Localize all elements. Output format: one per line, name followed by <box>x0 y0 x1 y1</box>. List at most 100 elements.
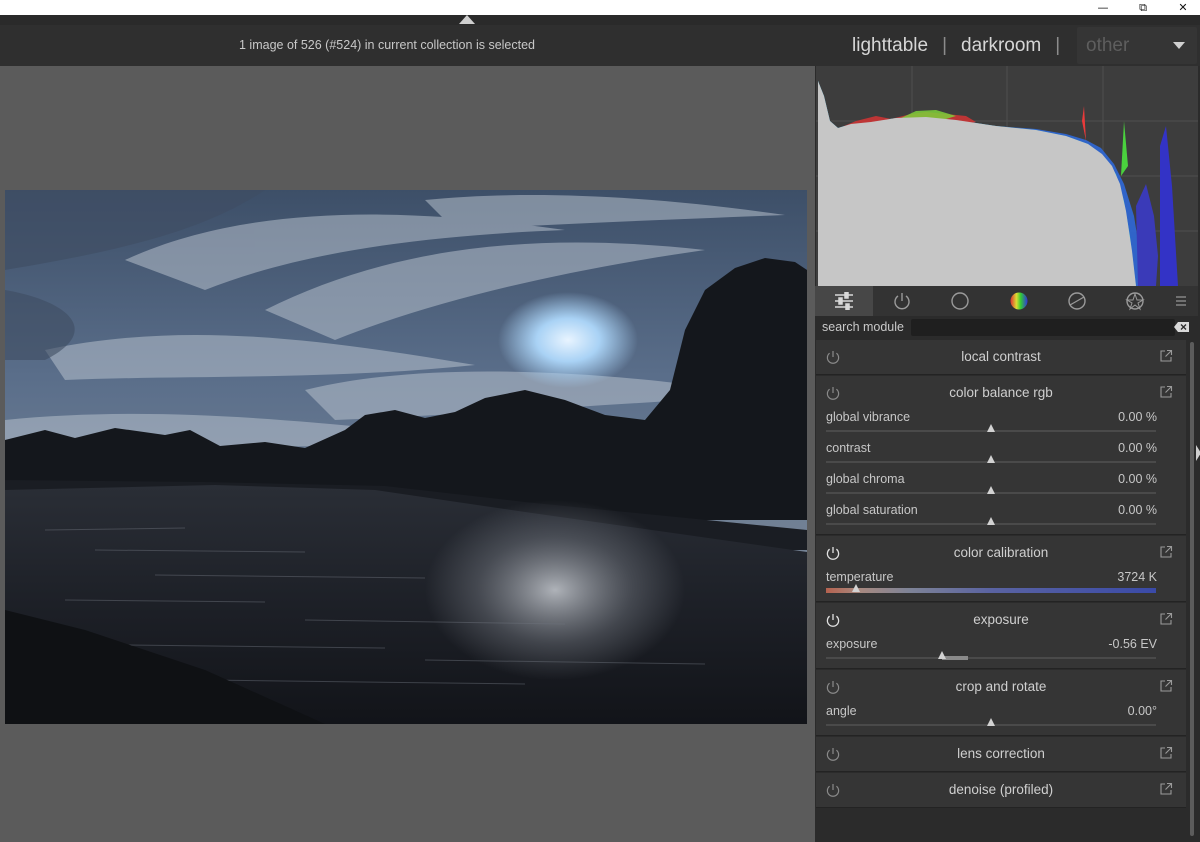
slider-label: temperature <box>826 570 894 584</box>
slider-value: -0.56 EV <box>1108 637 1157 651</box>
module-denoise-profiled: denoise (profiled) <box>816 773 1186 808</box>
menu-icon <box>1176 296 1187 306</box>
slider-value: 0.00° <box>1127 704 1157 718</box>
module-presets-menu[interactable] <box>1164 286 1198 316</box>
tab-correct-modules[interactable] <box>1048 286 1106 316</box>
slider-label: exposure <box>826 637 878 651</box>
photo-preview[interactable] <box>5 190 807 724</box>
module-title: color calibration <box>953 545 1049 560</box>
center-view <box>0 66 815 842</box>
slider-value: 0.00 % <box>1118 503 1157 517</box>
selection-status: 1 image of 526 (#524) in current collect… <box>239 38 535 52</box>
slider-thumb[interactable] <box>937 651 946 659</box>
slider-value: 0.00 % <box>1118 472 1157 486</box>
histogram-graph <box>816 66 1198 286</box>
temperature-slider[interactable]: temperature 3724 K <box>816 570 1186 601</box>
other-views-label: other <box>1086 35 1130 56</box>
tab-color-modules[interactable] <box>990 286 1048 316</box>
effects-icon <box>1125 292 1145 311</box>
close-button[interactable]: ✕ <box>1163 0 1200 15</box>
restore-icon: ⧉ <box>1139 0 1147 14</box>
module-header[interactable]: denoise (profiled) <box>816 773 1186 807</box>
module-color-balance-rgb: color balance rgb global vibrance 0.00 %… <box>816 376 1186 535</box>
slider-track <box>826 455 1156 463</box>
popout-icon[interactable] <box>1159 349 1173 363</box>
slider-thumb[interactable] <box>851 584 860 592</box>
clear-search-icon[interactable] <box>1174 321 1190 333</box>
power-icon <box>894 293 910 310</box>
close-icon: ✕ <box>1178 1 1188 14</box>
popout-icon[interactable] <box>1159 782 1173 796</box>
view-separator: | <box>942 35 947 56</box>
popout-icon[interactable] <box>1159 545 1173 559</box>
view-lighttable[interactable]: lighttable <box>852 35 928 57</box>
right-panel: search module local contrast color balan… <box>815 66 1200 842</box>
slider-thumb[interactable] <box>987 455 995 463</box>
module-list: local contrast color balance rgb global … <box>815 340 1187 842</box>
search-module-row: search module <box>815 318 1198 338</box>
tab-tone-modules[interactable] <box>931 286 989 316</box>
popout-icon[interactable] <box>1159 385 1173 399</box>
minimize-icon: — <box>1097 1 1109 14</box>
module-header[interactable]: local contrast <box>816 340 1186 374</box>
tab-effect-modules[interactable] <box>1106 286 1164 316</box>
view-switcher: lighttable | darkroom | <box>852 33 1074 59</box>
other-views-dropdown[interactable]: other <box>1077 27 1197 64</box>
view-darkroom[interactable]: darkroom <box>961 35 1041 57</box>
slider-track <box>826 651 1156 660</box>
slider-track <box>826 486 1156 494</box>
window-titlebar: — ⧉ ✕ <box>0 0 1200 15</box>
slider-thumb[interactable] <box>987 486 995 494</box>
module-title: color balance rgb <box>949 385 1053 400</box>
module-group-tabs <box>815 286 1198 316</box>
collapse-top-panel-arrow-icon[interactable] <box>459 15 475 24</box>
contrast-slider[interactable]: contrast 0.00 % <box>816 441 1186 472</box>
slider-thumb[interactable] <box>987 517 995 525</box>
collapse-right-panel-arrow-icon[interactable] <box>1196 445 1200 461</box>
global-chroma-slider[interactable]: global chroma 0.00 % <box>816 472 1186 503</box>
minimize-button[interactable]: — <box>1083 0 1123 15</box>
slider-value: 0.00 % <box>1118 441 1157 455</box>
module-exposure: exposure exposure -0.56 EV <box>816 603 1186 669</box>
chevron-down-icon <box>1173 42 1185 49</box>
search-module-input[interactable] <box>911 319 1175 336</box>
module-lens-correction: lens correction <box>816 737 1186 772</box>
module-title: exposure <box>973 612 1029 627</box>
tab-active-modules[interactable] <box>815 286 874 316</box>
popout-icon[interactable] <box>1159 746 1173 760</box>
slider-label: global saturation <box>826 503 918 517</box>
correction-icon <box>1068 292 1086 310</box>
maximize-button[interactable]: ⧉ <box>1123 0 1163 15</box>
popout-icon[interactable] <box>1159 612 1173 626</box>
module-header[interactable]: exposure <box>816 603 1186 637</box>
exposure-slider[interactable]: exposure -0.56 EV <box>816 637 1186 668</box>
module-header[interactable]: lens correction <box>816 737 1186 771</box>
slider-label: global vibrance <box>826 410 911 424</box>
module-local-contrast: local contrast <box>816 340 1186 375</box>
circle-icon <box>951 292 970 310</box>
scrollbar-thumb[interactable] <box>1190 342 1194 836</box>
slider-label: contrast <box>826 441 871 455</box>
module-header[interactable]: crop and rotate <box>816 670 1186 704</box>
search-module-label: search module <box>822 320 904 334</box>
global-saturation-slider[interactable]: global saturation 0.00 % <box>816 503 1186 534</box>
tab-base-modules[interactable] <box>873 286 931 316</box>
global-vibrance-slider[interactable]: global vibrance 0.00 % <box>816 410 1186 441</box>
popout-icon[interactable] <box>1159 679 1173 693</box>
top-panel-strip <box>0 15 1200 25</box>
photo-image <box>5 190 807 724</box>
color-wheel-icon <box>1010 292 1028 310</box>
slider-track <box>826 718 1156 726</box>
angle-slider[interactable]: angle 0.00° <box>816 704 1186 735</box>
slider-track <box>826 424 1156 432</box>
histogram[interactable] <box>816 66 1198 286</box>
slider-value: 3724 K <box>1117 570 1157 584</box>
module-header[interactable]: color balance rgb <box>816 376 1186 410</box>
slider-thumb[interactable] <box>987 718 995 726</box>
module-list-scrollbar[interactable] <box>1189 342 1196 842</box>
top-header: 1 image of 526 (#524) in current collect… <box>0 25 1200 66</box>
module-header[interactable]: color calibration <box>816 536 1186 570</box>
module-color-calibration: color calibration temperature 3724 K <box>816 536 1186 602</box>
view-separator: | <box>1055 35 1061 56</box>
slider-thumb[interactable] <box>987 424 995 432</box>
